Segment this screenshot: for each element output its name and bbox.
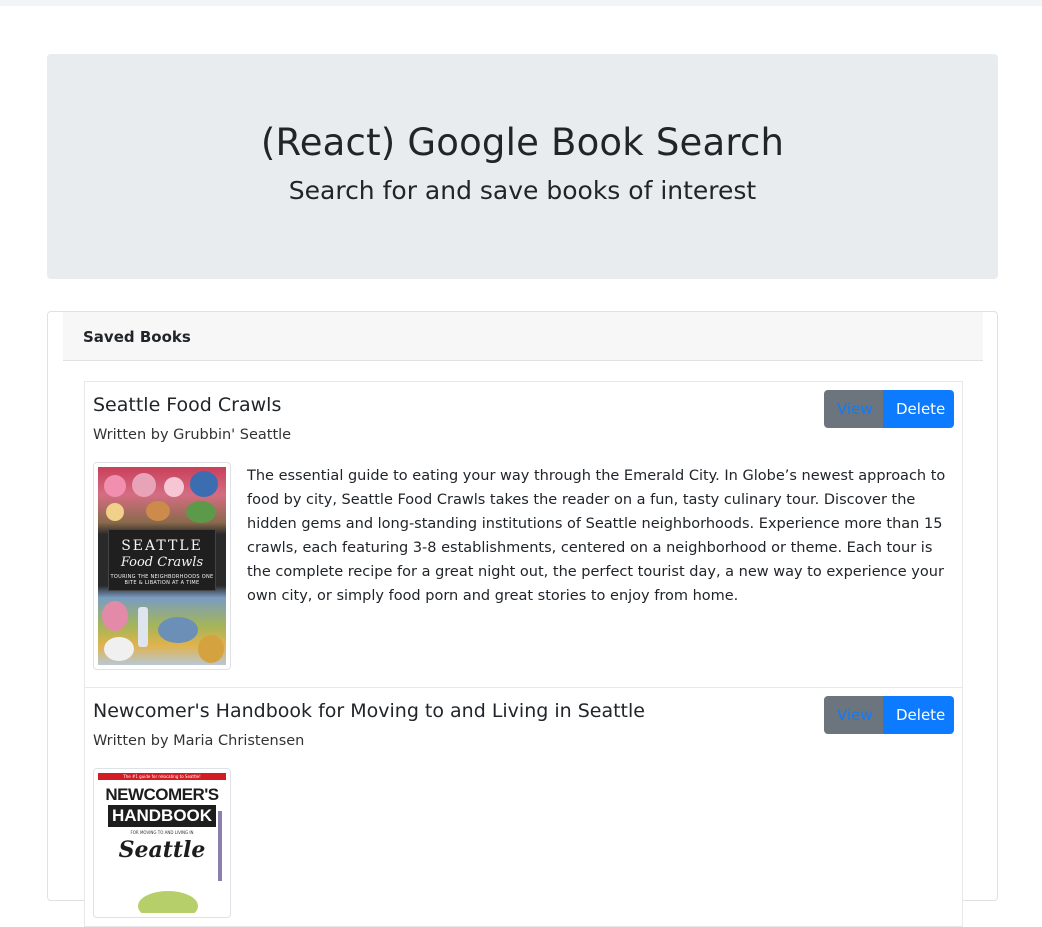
book-title: Seattle Food Crawls: [93, 394, 282, 416]
saved-books-heading: Saved Books: [83, 328, 191, 346]
view-button[interactable]: View: [824, 390, 883, 428]
book-cover-image: The #1 guide for relocating to Seattle! …: [98, 773, 226, 913]
book-actions: View Delete: [824, 390, 954, 428]
space-needle-graphic: [218, 811, 222, 881]
book-author: Written by Maria Christensen: [93, 733, 305, 749]
browser-top-strip: [0, 0, 1042, 6]
book-cover-image: SEATTLE Food Crawls TOURING THE NEIGHBOR…: [98, 467, 226, 665]
delete-button[interactable]: Delete: [883, 390, 954, 428]
saved-books-card: Saved Books Seattle Food Crawls Written …: [47, 311, 998, 927]
cover-title-plate: SEATTLE Food Crawls TOURING THE NEIGHBOR…: [108, 529, 216, 591]
cover-decoration: [138, 891, 198, 913]
book-title: Newcomer's Handbook for Moving to and Li…: [93, 700, 645, 722]
page-title: (React) Google Book Search: [260, 121, 785, 164]
saved-books-header: Saved Books: [63, 312, 983, 361]
cover-line-1: SEATTLE: [121, 538, 203, 554]
view-button[interactable]: View: [824, 696, 883, 734]
book-cover-thumbnail: The #1 guide for relocating to Seattle! …: [93, 768, 231, 918]
book-item: Newcomer's Handbook for Moving to and Li…: [84, 687, 963, 927]
page-subtitle: Search for and save books of interest: [288, 176, 757, 205]
book-author: Written by Grubbin' Seattle: [93, 427, 292, 443]
delete-button[interactable]: Delete: [883, 696, 954, 734]
jumbotron-header: (React) Google Book Search Search for an…: [47, 54, 998, 279]
cover-line-1: NEWCOMER'S: [105, 785, 219, 804]
book-description: The essential guide to eating your way t…: [247, 468, 946, 604]
cover-line-3: FOR MOVING TO AND LIVING IN: [130, 830, 194, 835]
cover-line-4: Seattle: [118, 837, 206, 863]
book-item: Seattle Food Crawls Written by Grubbin' …: [84, 381, 963, 688]
cover-line-2: HANDBOOK: [108, 805, 216, 827]
book-cover-thumbnail: SEATTLE Food Crawls TOURING THE NEIGHBOR…: [93, 462, 231, 670]
cover-line-3: TOURING THE NEIGHBORHOODS ONE BITE & LIB…: [110, 574, 214, 586]
book-actions: View Delete: [824, 696, 954, 734]
cover-line-2: Food Crawls: [120, 555, 204, 570]
cover-banner: The #1 guide for relocating to Seattle!: [98, 773, 226, 780]
